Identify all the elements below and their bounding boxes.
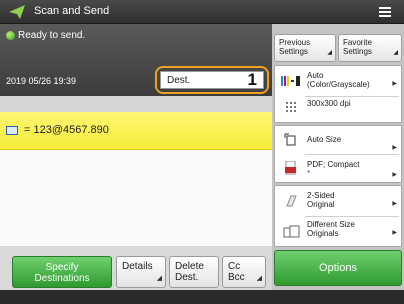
details-label: Details xyxy=(122,261,153,272)
scan-size-label: Auto Size xyxy=(307,135,342,144)
color-mode-arrow-icon: ▶ xyxy=(392,81,397,87)
options-button[interactable]: Options xyxy=(274,250,402,286)
destination-list-item[interactable]: = 123@4567.890 xyxy=(0,112,272,150)
previous-settings-label-1: Previous xyxy=(279,38,311,47)
bcc-label: Bcc xyxy=(228,272,245,283)
email-icon xyxy=(6,126,18,135)
file-format-arrow-icon: ▶ xyxy=(392,172,397,178)
resolution-icon xyxy=(286,102,296,112)
different-size-label-2: Originals xyxy=(307,229,339,238)
favorite-settings-label-2: Settings xyxy=(343,47,372,56)
two-sided-icon xyxy=(286,195,297,207)
status-message: Ready to send. xyxy=(18,30,86,41)
different-size-arrow-icon: ▶ xyxy=(392,230,397,236)
cc-bcc-arrow-icon: ◢ xyxy=(256,275,262,282)
destination-actions: Specify Destinations Details ◢ Delete De… xyxy=(0,246,272,290)
cc-bcc-button[interactable]: Cc Bcc ◢ xyxy=(222,256,266,288)
scan-send-icon xyxy=(9,5,25,19)
scan-size-icon xyxy=(284,133,296,146)
resolution-setting[interactable]: 300x300 dpi xyxy=(275,97,401,123)
color-mode-label-2: (Color/Grayscale) xyxy=(307,80,370,89)
specify-destinations-label-1: Specify xyxy=(45,262,79,273)
title-bar: Scan and Send xyxy=(0,0,404,24)
specify-destinations-label-2: Destinations xyxy=(34,273,90,284)
scan-size-arrow-icon: ▶ xyxy=(392,145,397,151)
color-resolution-panel: Auto (Color/Grayscale) ▶ 300x300 dpi xyxy=(274,65,402,123)
destination-count-box[interactable]: Dest. 1 xyxy=(155,66,269,94)
two-sided-arrow-icon: ▶ xyxy=(392,201,397,207)
previous-settings-label-2: Settings xyxy=(279,47,308,56)
specify-destinations-button[interactable]: Specify Destinations xyxy=(12,256,112,288)
status-area: Ready to send. 2019 05/26 19:39 Dest. 1 xyxy=(0,24,272,96)
favorite-settings-label-1: Favorite xyxy=(343,38,372,47)
file-format-setting[interactable]: PDF; Compact * ▶ xyxy=(275,155,401,183)
two-sided-label-1: 2-Sided xyxy=(307,191,335,200)
list-header xyxy=(0,96,272,112)
different-size-label-1: Different Size xyxy=(307,220,355,229)
destination-address: = 123@4567.890 xyxy=(24,124,109,136)
destination-count-field: Dest. 1 xyxy=(160,70,264,89)
color-mode-label-1: Auto xyxy=(307,71,324,80)
original-panel: 2-Sided Original ▶ Different Size Origin… xyxy=(274,185,402,247)
cc-label: Cc xyxy=(228,261,241,272)
scan-size-setting[interactable]: Auto Size ▶ xyxy=(275,126,401,154)
file-format-label-1: PDF; Compact xyxy=(307,160,360,169)
color-mode-icon xyxy=(281,76,300,86)
favorite-settings-arrow-icon: ◢ xyxy=(393,50,398,56)
different-size-icon xyxy=(283,225,300,238)
dest-count: 1 xyxy=(247,70,257,89)
ready-status-icon xyxy=(6,31,15,40)
date-time: 2019 05/26 19:39 xyxy=(6,76,77,86)
resolution-label: 300x300 dpi xyxy=(307,99,351,108)
file-format-label-2: * xyxy=(307,169,311,178)
two-sided-label-2: Original xyxy=(307,200,335,209)
different-size-originals-setting[interactable]: Different Size Originals ▶ xyxy=(275,217,401,247)
hamburger-menu-icon[interactable] xyxy=(370,3,400,21)
screen-title: Scan and Send xyxy=(34,5,110,17)
delete-label-1: Delete xyxy=(175,261,204,272)
previous-settings-button[interactable]: Previous Settings ◢ xyxy=(274,34,336,62)
favorite-settings-button[interactable]: Favorite Settings ◢ xyxy=(338,34,402,62)
delete-dest-button[interactable]: Delete Dest. xyxy=(169,256,219,288)
details-button[interactable]: Details ◢ xyxy=(116,256,166,288)
two-sided-original-setting[interactable]: 2-Sided Original ▶ xyxy=(275,186,401,216)
size-format-panel: Auto Size ▶ PDF; Compact * ▶ xyxy=(274,125,402,183)
settings-panel: Previous Settings ◢ Favorite Settings ◢ … xyxy=(272,24,404,290)
delete-label-2: Dest. xyxy=(175,272,199,283)
details-arrow-icon: ◢ xyxy=(156,275,162,282)
destination-list-empty-area xyxy=(0,150,272,246)
color-mode-setting[interactable]: Auto (Color/Grayscale) ▶ xyxy=(275,66,401,96)
previous-settings-arrow-icon: ◢ xyxy=(327,50,332,56)
bottom-bar xyxy=(0,290,404,304)
pdf-file-icon xyxy=(285,161,296,175)
destination-panel: Ready to send. 2019 05/26 19:39 Dest. 1 … xyxy=(0,24,272,290)
dest-label: Dest. xyxy=(167,75,191,86)
